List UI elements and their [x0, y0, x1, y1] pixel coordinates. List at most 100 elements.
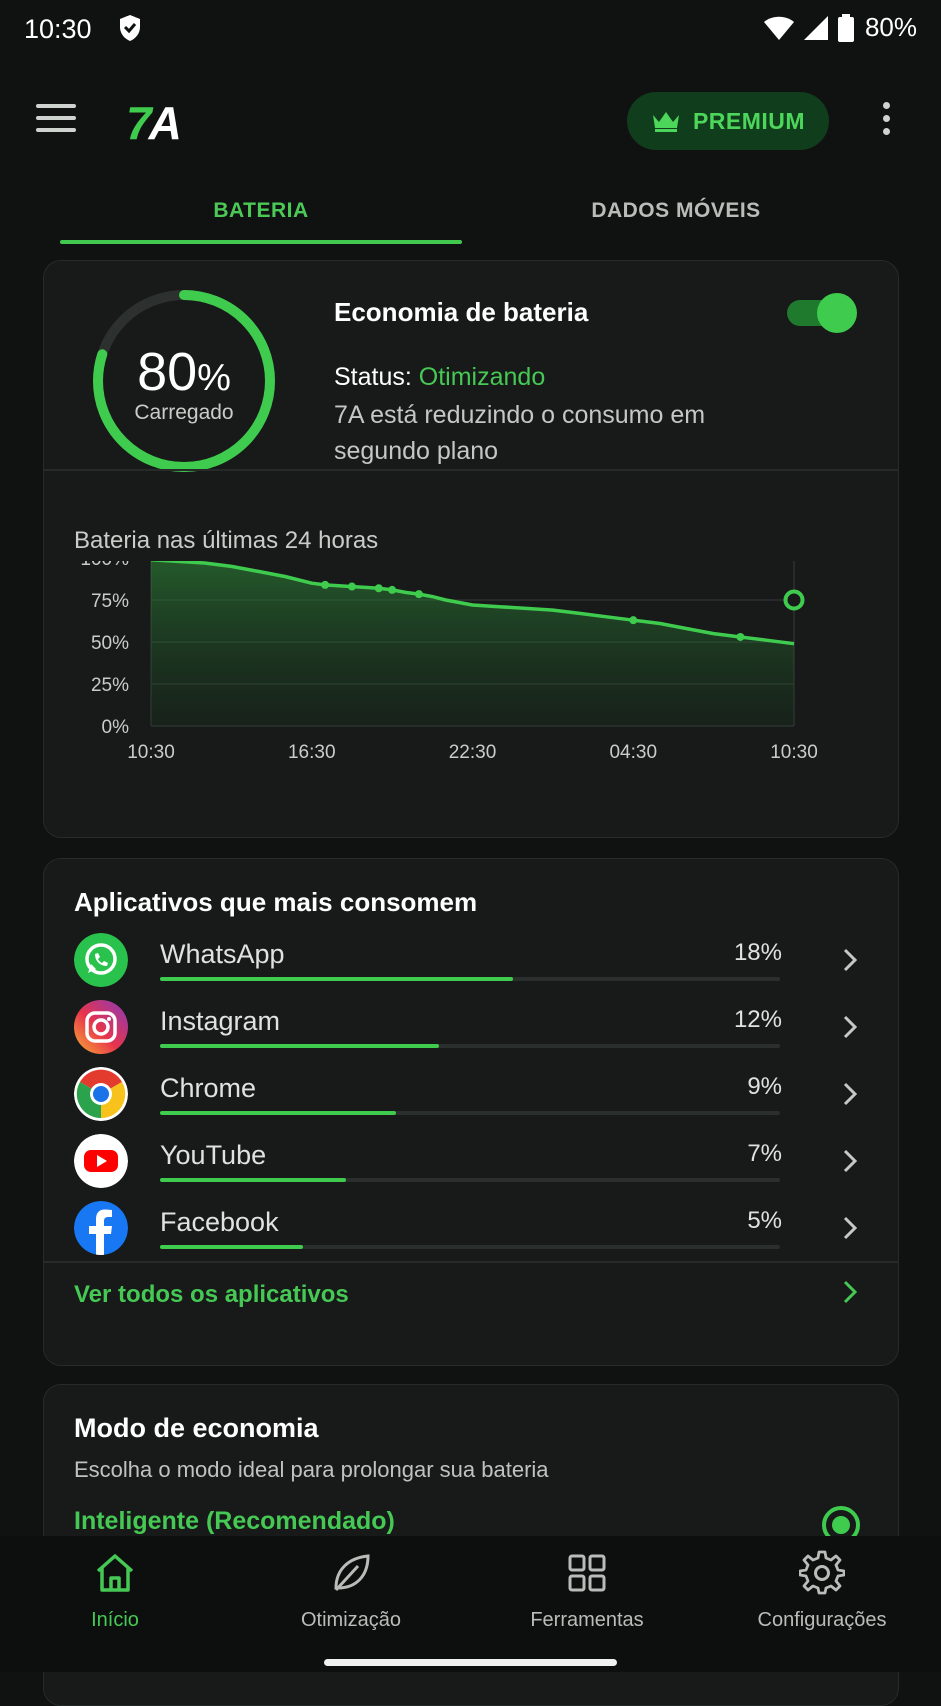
- app-row-youtube[interactable]: YouTube 7%: [44, 1134, 898, 1202]
- battery-history-chart: 0% 25% 50% 75% 100% 10:30 16:30 22:30 04:30 10:30: [80, 561, 818, 763]
- chevron-right-icon: [843, 1216, 858, 1240]
- battery-area: [151, 561, 794, 726]
- shield-icon: [120, 15, 140, 41]
- app-percent: 12%: [733, 1006, 782, 1033]
- x-tick-label: 10:30: [770, 742, 818, 763]
- app-logo: 7A: [126, 97, 182, 149]
- nav-configuracoes[interactable]: Configurações: [722, 1550, 922, 1632]
- app-name: YouTube: [160, 1140, 267, 1170]
- wifi-icon: [763, 16, 794, 40]
- top-apps-title: Aplicativos que mais consomem: [74, 887, 478, 917]
- y-tick-label: 50%: [91, 633, 129, 654]
- card-divider: [44, 469, 898, 471]
- charged-label: Carregado: [134, 401, 234, 424]
- y-tick-label: 75%: [91, 591, 129, 612]
- x-tick-label: 10:30: [127, 742, 175, 763]
- chevron-right-icon[interactable]: [840, 1279, 860, 1305]
- gear-icon: [798, 1550, 846, 1595]
- data-point: [374, 584, 383, 593]
- nav-label: Início: [91, 1609, 139, 1631]
- data-point: [321, 580, 330, 589]
- x-tick-label: 16:30: [288, 742, 336, 763]
- app-usage-bar: [160, 1111, 780, 1115]
- card-divider: [44, 1261, 898, 1263]
- nav-label: Ferramentas: [530, 1609, 644, 1631]
- data-point: [629, 616, 638, 625]
- home-indicator: [324, 1659, 617, 1666]
- app-percent: 18%: [733, 939, 782, 966]
- chevron-right-icon: [843, 1149, 858, 1173]
- economy-mode-title: Modo de economia: [74, 1413, 319, 1443]
- home-icon: [96, 1554, 134, 1592]
- mode-option-label[interactable]: Inteligente (Recomendado): [74, 1507, 395, 1536]
- battery-percent: 80%: [864, 12, 917, 42]
- app-name: WhatsApp: [160, 939, 285, 969]
- menu-icon[interactable]: [36, 104, 76, 138]
- status-bar: 10:30 80%: [0, 0, 941, 62]
- more-options-icon[interactable]: [880, 102, 892, 140]
- chevron-right-icon: [843, 948, 858, 972]
- chevron-right-icon: [843, 1015, 858, 1039]
- economy-mode-subtitle: Escolha o modo ideal para prolongar sua …: [74, 1457, 549, 1482]
- status-label: Status:: [334, 363, 412, 391]
- battery-percent-value: 80%: [137, 342, 231, 402]
- whatsapp-icon: [74, 933, 128, 987]
- x-tick-label: 04:30: [609, 742, 657, 763]
- instagram-icon: [74, 1000, 128, 1054]
- app-name: Instagram: [160, 1006, 281, 1036]
- app-row-whatsapp[interactable]: WhatsApp 18%: [44, 933, 898, 1001]
- premium-label: PREMIUM: [692, 107, 806, 134]
- battery-saver-title: Economia de bateria: [334, 297, 589, 327]
- nav-inicio[interactable]: Início: [15, 1550, 215, 1632]
- crown-icon: [652, 112, 679, 132]
- app-usage-bar: [160, 977, 780, 981]
- app-usage-bar: [160, 1245, 780, 1249]
- chevron-right-icon: [843, 1082, 858, 1106]
- status-line: Status: Otimizando: [334, 363, 545, 392]
- facebook-icon: [74, 1201, 128, 1255]
- y-tick-label: 100%: [80, 561, 129, 570]
- app-usage-bar: [160, 1178, 780, 1182]
- app-row-facebook[interactable]: Facebook 5%: [44, 1201, 898, 1269]
- premium-button[interactable]: PREMIUM: [627, 92, 829, 150]
- nav-label: Otimização: [300, 1609, 402, 1631]
- bottom-navigation: Início Otimização Ferramentas Configuraç…: [0, 1536, 941, 1672]
- y-tick-label: 0%: [102, 717, 130, 738]
- app-row-chrome[interactable]: Chrome 9%: [44, 1067, 898, 1135]
- battery-saver-toggle[interactable]: [787, 293, 857, 333]
- battery-card: 80% Carregado Economia de bateria Status…: [43, 260, 899, 838]
- battery-icon: [837, 13, 854, 42]
- see-all-apps-link[interactable]: Ver todos os aplicativos: [74, 1281, 349, 1309]
- data-point: [347, 582, 356, 591]
- status-description: 7A está reduzindo o consumo em segundo p…: [334, 401, 706, 465]
- app-percent: 7%: [747, 1140, 782, 1167]
- app-percent: 5%: [747, 1207, 782, 1234]
- data-point: [736, 632, 745, 641]
- chart-title: Bateria nas últimas 24 horas: [74, 527, 379, 554]
- status-value: Otimizando: [418, 363, 546, 391]
- nav-otimizacao[interactable]: Otimização: [251, 1550, 451, 1632]
- tab-indicator: [60, 240, 462, 244]
- app-row-instagram[interactable]: Instagram 12%: [44, 1000, 898, 1068]
- current-battery-marker: [783, 589, 805, 611]
- y-tick-label: 25%: [91, 675, 129, 696]
- nav-ferramentas[interactable]: Ferramentas: [487, 1550, 687, 1632]
- app-usage-bar: [160, 1044, 780, 1048]
- youtube-icon: [74, 1134, 128, 1188]
- signal-icon: [803, 15, 828, 40]
- chrome-icon: [74, 1067, 128, 1121]
- app-bar: 7A PREMIUM: [0, 80, 941, 160]
- status-time: 10:30: [24, 14, 92, 44]
- tab-dados-moveis[interactable]: DADOS MÓVEIS: [470, 178, 882, 244]
- app-name: Facebook: [160, 1207, 279, 1237]
- data-point: [414, 590, 423, 599]
- tab-bateria[interactable]: BATERIA: [60, 178, 462, 244]
- x-tick-label: 22:30: [449, 742, 497, 763]
- tab-bar: BATERIA DADOS MÓVEIS: [0, 178, 941, 244]
- grid-icon: [568, 1554, 606, 1592]
- top-apps-card: Aplicativos que mais consomem WhatsApp 1…: [43, 858, 899, 1366]
- data-point: [388, 585, 397, 594]
- nav-label: Configurações: [757, 1609, 887, 1631]
- app-percent: 9%: [747, 1073, 782, 1100]
- leaf-icon: [334, 1554, 370, 1592]
